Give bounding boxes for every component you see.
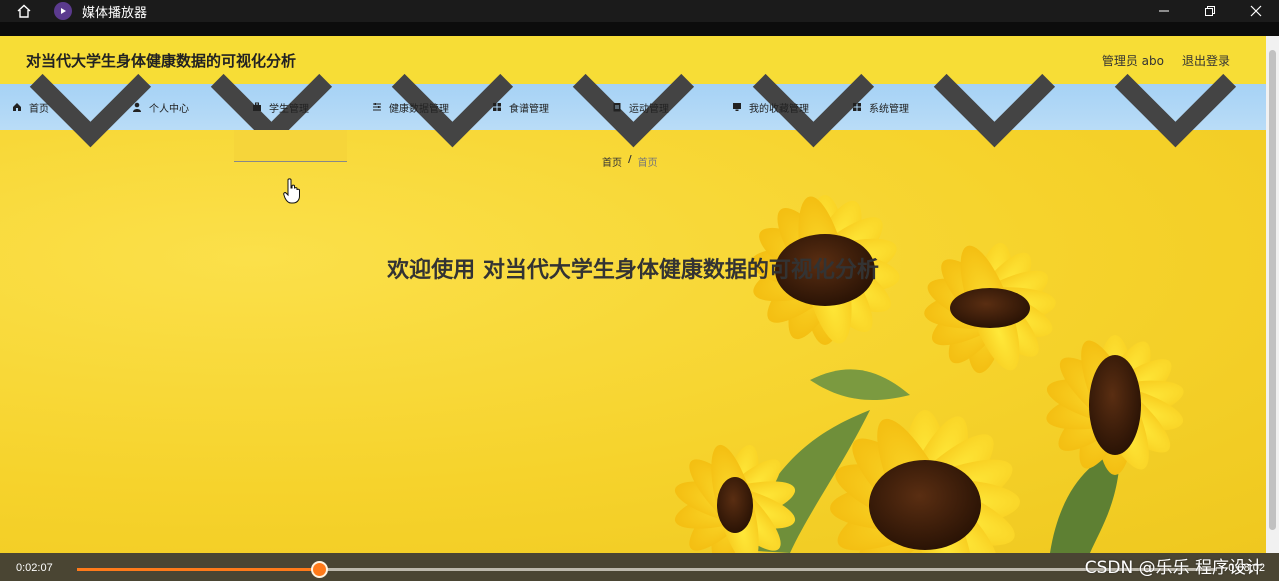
restore-icon xyxy=(1205,6,1215,16)
nav-item-label: 系统管理 xyxy=(869,103,909,115)
total-time: 0:08:02 xyxy=(1228,562,1265,574)
breadcrumb: 首页 / 首页 xyxy=(602,154,658,169)
nav-item-label: 健康数据管理 xyxy=(389,103,449,115)
close-icon xyxy=(1250,5,1262,17)
playback-bar: 0:02:07 CSDN @乐乐 程序设计 0:08:02 xyxy=(0,553,1279,581)
nav-item-profile[interactable]: 个人中心 xyxy=(132,84,189,130)
nav-item-recipes[interactable]: 食谱管理 xyxy=(492,84,549,130)
player-title-bar: 媒体播放器 xyxy=(0,0,1279,22)
seek-handle[interactable] xyxy=(310,561,328,578)
close-button[interactable] xyxy=(1233,0,1279,22)
home-icon[interactable] xyxy=(16,3,32,19)
current-time: 0:02:07 xyxy=(16,562,53,574)
chevron-down-icon[interactable] xyxy=(1085,36,1266,197)
nav-item-label: 食谱管理 xyxy=(509,103,549,115)
letterbox xyxy=(0,22,1279,36)
web-page: 对当代大学生身体健康数据的可视化分析 管理员 abo 退出登录 首页 个人中心 … xyxy=(0,36,1266,553)
monitor-icon xyxy=(732,102,742,112)
chevron-down-icon[interactable] xyxy=(904,36,1085,197)
nav-item-label: 运动管理 xyxy=(629,103,669,115)
nav-dropdown-panel[interactable] xyxy=(234,130,347,162)
minimize-button[interactable] xyxy=(1141,0,1187,22)
nav-item-system[interactable]: 系统管理 xyxy=(852,84,909,130)
grid-icon xyxy=(492,102,502,112)
nav-item-label: 个人中心 xyxy=(149,103,189,115)
breadcrumb-root[interactable]: 首页 xyxy=(602,154,622,169)
welcome-text: 欢迎使用 对当代大学生身体健康数据的可视化分析 xyxy=(387,258,879,283)
home-icon xyxy=(12,102,22,112)
briefcase-icon xyxy=(252,102,262,112)
nav-item-label: 我的收藏管理 xyxy=(749,103,809,115)
nav-item-label: 学生管理 xyxy=(269,103,309,115)
grid-icon xyxy=(852,102,862,112)
nav-item-favorites[interactable]: 我的收藏管理 xyxy=(732,84,809,130)
app-title: 媒体播放器 xyxy=(82,5,148,21)
welcome-heading: 欢迎使用 对当代大学生身体健康数据的可视化分析 xyxy=(0,252,1266,284)
minimize-icon xyxy=(1159,10,1169,12)
sliders-icon xyxy=(372,102,382,112)
nav-item-exercise[interactable]: 运动管理 xyxy=(612,84,669,130)
user-icon xyxy=(132,102,142,112)
breadcrumb-current: 首页 xyxy=(637,158,658,169)
main-nav: 首页 个人中心 学生管理 健康数据管理 食谱管理 运动管理 我的收藏管理 系统管… xyxy=(0,73,1266,147)
seek-track[interactable] xyxy=(77,568,1217,571)
clipboard-icon xyxy=(612,102,622,112)
scrollbar-thumb[interactable] xyxy=(1269,50,1276,530)
hand-cursor-icon xyxy=(283,178,300,204)
restore-button[interactable] xyxy=(1187,0,1233,22)
nav-item-health-data[interactable]: 健康数据管理 xyxy=(372,84,449,130)
nav-item-label: 首页 xyxy=(29,103,49,115)
media-player-icon xyxy=(54,2,72,20)
breadcrumb-separator: / xyxy=(628,154,632,165)
page-scrollbar[interactable] xyxy=(1266,36,1279,553)
seek-progress-fill xyxy=(77,568,319,571)
nav-item-students[interactable]: 学生管理 xyxy=(252,84,309,130)
nav-item-home[interactable]: 首页 xyxy=(12,84,49,130)
